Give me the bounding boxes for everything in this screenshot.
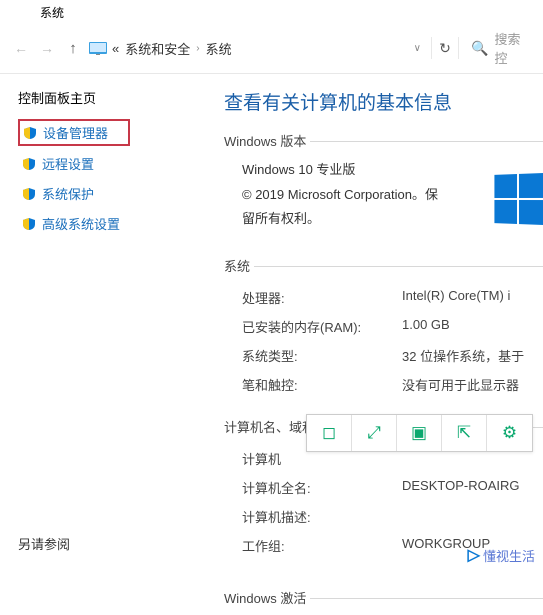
forward-button[interactable]: → [36, 37, 58, 59]
breadcrumb-item[interactable]: 系统和安全 [125, 39, 190, 58]
divider [310, 598, 543, 615]
breadcrumb-item[interactable]: 系统 [206, 39, 232, 58]
watermark: ▷ 懂视生活 [468, 545, 535, 565]
search-input[interactable]: 🔍 搜索控 [463, 29, 533, 67]
sidebar-item-advanced[interactable]: 高级系统设置 [18, 211, 220, 236]
window-title: 系统 [0, 0, 543, 23]
shield-icon [22, 157, 36, 171]
spec-value: Intel(R) Core(TM) i [402, 288, 543, 307]
sidebar-item-label: 设备管理器 [43, 123, 108, 142]
chevron-right-icon: › [196, 43, 199, 54]
dropdown-icon[interactable]: ∨ [414, 43, 421, 54]
spec-row: 处理器: Intel(R) Core(TM) i [224, 283, 543, 312]
search-icon: 🔍 [471, 40, 488, 57]
spec-row: 系统类型: 32 位操作系统，基于 [224, 341, 543, 370]
expand-icon[interactable]: ⤢ [352, 415, 397, 451]
shield-icon [22, 217, 36, 231]
watermark-text: 懂视生活 [483, 546, 535, 565]
back-button[interactable]: ← [10, 37, 32, 59]
sidebar-item-label: 高级系统设置 [42, 214, 120, 233]
divider [310, 141, 543, 158]
sidebar: 控制面板主页 设备管理器 远程设置 系统保护 高级系统设置 另请参阅 [0, 88, 220, 615]
spec-label: 工作组: [242, 536, 402, 555]
spec-row: 笔和触控: 没有可用于此显示器 [224, 370, 543, 399]
search-placeholder: 搜索控 [494, 29, 533, 67]
spec-label: 系统类型: [242, 346, 402, 365]
spec-row: 计算机全名: DESKTOP-ROAIRG [224, 473, 543, 502]
section-system: 系统 [224, 256, 250, 275]
refresh-button[interactable]: ↻ [431, 37, 459, 59]
shield-icon [23, 126, 37, 140]
copyright-text: © 2019 Microsoft Corporation。保留所有权利。 [242, 183, 442, 232]
control-panel-icon [88, 40, 108, 56]
spec-label: 已安装的内存(RAM): [242, 317, 402, 336]
share-icon[interactable]: ⇱ [442, 415, 487, 451]
sidebar-item-protection[interactable]: 系统保护 [18, 181, 220, 206]
windows-logo-icon [493, 174, 543, 224]
spec-value: 32 位操作系统，基于 [402, 346, 543, 365]
page-title: 查看有关计算机的基本信息 [224, 88, 543, 115]
navigation-bar: ← → ↑ « 系统和安全 › 系统 ∨ ↻ 🔍 搜索控 [0, 23, 543, 74]
spec-label: 计算机全名: [242, 478, 402, 497]
sidebar-item-label: 远程设置 [42, 154, 94, 173]
spec-value: 没有可用于此显示器 [402, 375, 543, 394]
divider [254, 266, 543, 283]
spec-label: 计算机描述: [242, 507, 402, 526]
breadcrumb[interactable]: « 系统和安全 › 系统 [112, 39, 396, 58]
breadcrumb-prefix: « [112, 41, 119, 56]
overlay-toolbar: ◻ ⤢ ▣ ⇱ ⚙ [306, 414, 533, 452]
watermark-icon: ▷ [468, 545, 480, 565]
save-icon[interactable]: ▣ [397, 415, 442, 451]
sidebar-heading[interactable]: 控制面板主页 [18, 88, 220, 107]
capture-icon[interactable]: ◻ [307, 415, 352, 451]
spec-value [402, 507, 543, 526]
sidebar-item-device-manager[interactable]: 设备管理器 [18, 119, 130, 146]
spec-row: 计算机描述: [224, 502, 543, 531]
spec-label: 处理器: [242, 288, 402, 307]
sidebar-item-remote[interactable]: 远程设置 [18, 151, 220, 176]
spec-value: DESKTOP-ROAIRG [402, 478, 543, 497]
spec-value: 1.00 GB [402, 317, 543, 336]
up-button[interactable]: ↑ [62, 37, 84, 59]
section-activation: Windows 激活 [224, 588, 306, 607]
see-also-heading: 另请参阅 [18, 534, 70, 553]
sidebar-item-label: 系统保护 [42, 184, 94, 203]
content-pane: 查看有关计算机的基本信息 Windows 版本 Windows 10 专业版 ©… [220, 88, 543, 615]
spec-row: 已安装的内存(RAM): 1.00 GB [224, 312, 543, 341]
gear-icon[interactable]: ⚙ [487, 415, 532, 451]
edition-block: Windows 10 专业版 © 2019 Microsoft Corporat… [224, 158, 543, 232]
shield-icon [22, 187, 36, 201]
main-content: 控制面板主页 设备管理器 远程设置 系统保护 高级系统设置 另请参阅 查看有关计… [0, 88, 543, 615]
section-edition: Windows 版本 [224, 131, 306, 150]
spec-label: 笔和触控: [242, 375, 402, 394]
